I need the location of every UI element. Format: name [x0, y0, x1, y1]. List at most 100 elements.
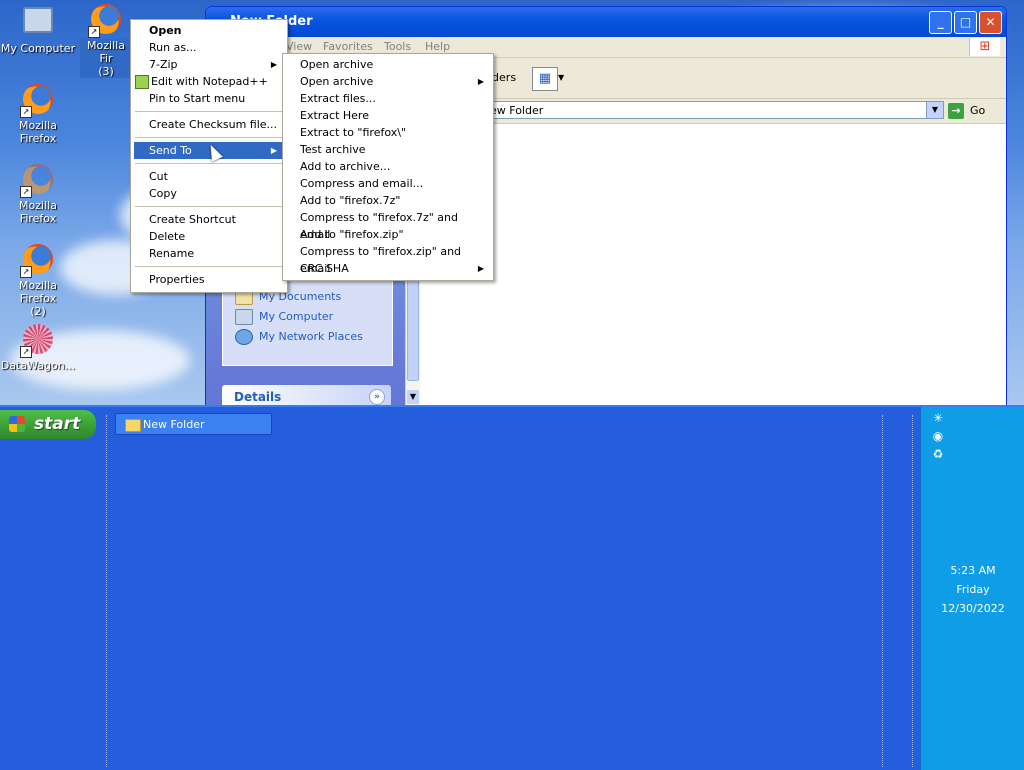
- network-places-icon: [235, 329, 253, 345]
- minimize-button[interactable]: _: [929, 11, 952, 34]
- system-tray: ✳ ◉ ♻ 5:23 AM Friday 12/30/2022: [920, 407, 1024, 770]
- folder-icon: [125, 419, 141, 432]
- chevron-down-icon[interactable]: »: [369, 389, 385, 405]
- submenu-item-extract-files[interactable]: Extract files...: [286, 90, 490, 107]
- clock-date: 12/30/2022: [941, 602, 1005, 615]
- desktop-icon-datawagon[interactable]: ↗ DataWagon...: [0, 324, 76, 372]
- submenu-item-crc-sha[interactable]: CRC SHA ▶: [286, 260, 490, 277]
- submenu-item-add-to-archive[interactable]: Add to archive...: [286, 158, 490, 175]
- menu-help[interactable]: Help: [425, 40, 450, 53]
- taskbar-divider: [106, 415, 108, 767]
- go-arrow-icon: →: [948, 103, 964, 119]
- menu-item-open[interactable]: Open: [134, 22, 284, 39]
- shortcut-arrow-icon: ↗: [20, 106, 32, 118]
- firefox-icon: ↗: [20, 164, 54, 198]
- folder-content-area[interactable]: [420, 124, 1006, 406]
- submenu-item-open-archive-more[interactable]: Open archive ▶: [286, 73, 490, 90]
- submenu-item-extract-here[interactable]: Extract Here: [286, 107, 490, 124]
- menu-item-create-checksum[interactable]: Create Checksum file...: [134, 116, 284, 133]
- shortcut-arrow-icon: ↗: [20, 266, 32, 278]
- address-dropdown-button[interactable]: ▼: [926, 102, 943, 118]
- views-button[interactable]: ▦: [532, 67, 558, 91]
- taskbar-item-new-folder[interactable]: New Folder: [115, 413, 272, 435]
- submenu-item-compress-zip-email[interactable]: Compress to "firefox.zip" and email: [286, 243, 490, 275]
- go-label: Go: [970, 104, 986, 117]
- computer-icon: [235, 309, 253, 325]
- clock-time: 5:23 AM: [950, 564, 996, 577]
- menu-separator: [135, 163, 283, 164]
- menu-item-edit-with-notepad[interactable]: Edit with Notepad++: [134, 73, 284, 90]
- start-button[interactable]: start: [0, 410, 96, 439]
- maximize-button[interactable]: □: [954, 11, 977, 34]
- seven-zip-submenu: Open archive Open archive ▶ Extract files…: [282, 53, 494, 281]
- menu-view[interactable]: View: [286, 40, 312, 53]
- shortcut-arrow-icon: ↗: [20, 346, 32, 358]
- close-button[interactable]: ✕: [979, 11, 1002, 34]
- submenu-item-compress-and-email[interactable]: Compress and email...: [286, 175, 490, 192]
- desktop-icon-firefox-2[interactable]: ↗ Mozilla Firefox (2): [0, 244, 76, 318]
- menu-item-cut[interactable]: Cut: [134, 168, 284, 185]
- desktop-icon-firefox[interactable]: ↗ Mozilla Firefox: [0, 164, 76, 225]
- windows-logo-icon: [9, 416, 25, 432]
- submenu-item-add-to-7z[interactable]: Add to "firefox.7z": [286, 192, 490, 209]
- clock-day: Friday: [956, 583, 990, 596]
- details-panel-header[interactable]: Details »: [222, 385, 391, 406]
- submenu-item-open-archive[interactable]: Open archive: [286, 56, 490, 73]
- shortcut-arrow-icon: ↗: [88, 26, 100, 38]
- desktop-icon-label: DataWagon...: [0, 359, 76, 372]
- task-label: My Network Places: [259, 330, 363, 343]
- menu-item-pin-to-start[interactable]: Pin to Start menu: [134, 90, 284, 107]
- desktop-icon-label: Mozilla Fir (3): [80, 39, 132, 78]
- windows-logo-icon: ⊞: [969, 38, 1000, 56]
- menu-item-delete[interactable]: Delete: [134, 228, 284, 245]
- datawagon-icon: ↗: [20, 324, 54, 358]
- task-link-my-computer[interactable]: My Computer: [235, 309, 333, 325]
- menu-separator: [135, 111, 283, 112]
- desktop-icon-label: Mozilla Firefox (2): [19, 279, 57, 318]
- chevron-right-icon: ▶: [477, 264, 484, 273]
- desktop-icon-firefox-3[interactable]: ↗ Mozilla Fir (3): [80, 4, 132, 78]
- taskbar-item-label: New Folder: [143, 418, 205, 431]
- submenu-item-add-to-zip[interactable]: Add to "firefox.zip": [286, 226, 490, 243]
- taskbar-divider: [912, 415, 914, 767]
- start-label: start: [34, 414, 81, 434]
- desktop-icon-label: Mozilla Firefox: [19, 119, 57, 145]
- menu-item-run-as[interactable]: Run as...: [134, 39, 284, 56]
- menu-separator: [135, 137, 283, 138]
- submenu-item-test-archive[interactable]: Test archive: [286, 141, 490, 158]
- task-label: My Computer: [259, 310, 334, 323]
- volume-tray-icon[interactable]: ◉: [931, 429, 945, 443]
- scroll-down-button[interactable]: ▼: [407, 390, 419, 404]
- desktop-icon-my-computer[interactable]: My Computer: [0, 4, 76, 55]
- desktop-icon-firefox[interactable]: ↗ Mozilla Firefox: [0, 84, 76, 145]
- menu-item-7zip[interactable]: 7-Zip ▶: [134, 56, 284, 73]
- chevron-down-icon[interactable]: ▼: [558, 73, 564, 82]
- submenu-item-compress-7z-email[interactable]: Compress to "firefox.7z" and email: [286, 209, 490, 241]
- details-label: Details: [234, 390, 282, 404]
- menu-item-rename[interactable]: Rename: [134, 245, 284, 262]
- chevron-right-icon: ▶: [477, 77, 484, 86]
- firefox-icon: ↗: [88, 4, 122, 38]
- chevron-right-icon: ▶: [270, 60, 277, 69]
- menu-favorites[interactable]: Favorites: [323, 40, 373, 53]
- desktop-icon-label: Mozilla Firefox: [19, 199, 57, 225]
- menu-item-properties[interactable]: Properties: [134, 271, 284, 288]
- submenu-item-extract-to[interactable]: Extract to "firefox\": [286, 124, 490, 141]
- window-titlebar[interactable]: New Folder _ □ ✕: [206, 7, 1006, 37]
- menu-separator: [135, 206, 283, 207]
- go-button[interactable]: → Go: [948, 102, 1000, 120]
- task-link-my-network-places[interactable]: My Network Places: [235, 329, 363, 345]
- network-tray-icon[interactable]: ✳: [931, 411, 945, 425]
- taskbar-divider: [882, 415, 884, 767]
- menu-separator: [135, 266, 283, 267]
- address-input[interactable]: ew Folder ▼: [416, 101, 944, 119]
- address-value: ew Folder: [490, 104, 544, 117]
- menu-item-create-shortcut[interactable]: Create Shortcut: [134, 211, 284, 228]
- desktop-icon-label: My Computer: [0, 42, 76, 55]
- taskbar: start New Folder ✳ ◉ ♻ 5:23 AM Friday 12…: [0, 405, 1024, 770]
- menu-tools[interactable]: Tools: [384, 40, 411, 53]
- firefox-icon: ↗: [20, 84, 54, 118]
- menu-item-copy[interactable]: Copy: [134, 185, 284, 202]
- firefox-icon: ↗: [20, 244, 54, 278]
- safely-remove-tray-icon[interactable]: ♻: [931, 447, 945, 461]
